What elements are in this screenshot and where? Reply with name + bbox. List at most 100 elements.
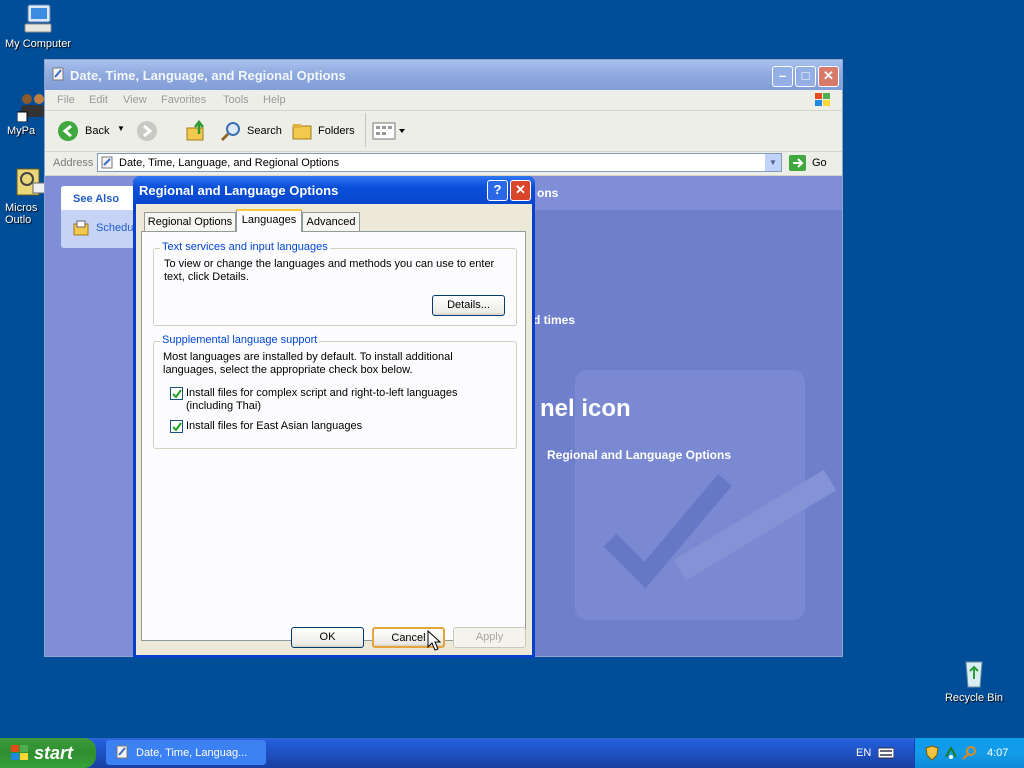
outlook-icon	[15, 167, 47, 199]
windows-flag-icon	[10, 744, 30, 767]
tab-languages[interactable]: Languages	[236, 209, 302, 232]
menu-favorites[interactable]: Favorites	[161, 94, 206, 106]
menu-bar: File Edit View Favorites Tools Help	[45, 90, 842, 111]
back-dropdown-icon: ▼	[117, 124, 125, 133]
dialog-title: Regional and Language Options	[139, 183, 339, 198]
menu-tools[interactable]: Tools	[223, 94, 249, 106]
menu-view[interactable]: View	[123, 94, 147, 106]
see-also-header[interactable]: See Also	[61, 186, 141, 210]
folders-label: Folders	[318, 125, 355, 137]
back-button[interactable]: Back ▼	[55, 119, 127, 143]
go-arrow-icon	[789, 155, 807, 175]
clock: 4:07	[987, 747, 1009, 759]
apply-button[interactable]: Apply	[453, 627, 526, 648]
menu-file[interactable]: File	[57, 94, 75, 106]
search-tray-icon[interactable]	[962, 745, 978, 764]
see-also-title: See Also	[73, 193, 120, 205]
address-bar: Address Date, Time, Language, and Region…	[45, 152, 842, 176]
explorer-title: Date, Time, Language, and Regional Optio…	[70, 68, 346, 83]
mouse-cursor-icon	[427, 629, 442, 655]
language-indicator[interactable]: EN	[856, 747, 871, 759]
minimize-icon: –	[778, 68, 787, 83]
forward-arrow-icon[interactable]	[136, 120, 158, 145]
system-tray: 4:07	[914, 738, 1024, 768]
views-icon[interactable]	[372, 121, 406, 144]
address-input[interactable]: Date, Time, Language, and Regional Optio…	[97, 153, 782, 172]
east-asian-checkbox[interactable]	[170, 420, 183, 433]
search-label: Search	[247, 125, 282, 137]
computer-icon	[22, 3, 54, 35]
menu-help[interactable]: Help	[263, 94, 286, 106]
tab-advanced[interactable]: Advanced	[302, 212, 360, 231]
toolbar: Back ▼ Search Folders	[45, 111, 842, 152]
regional-language-options-link[interactable]: Regional and Language Options	[547, 448, 731, 462]
control-panel-page-icon	[115, 745, 129, 762]
control-panel-page-icon	[101, 156, 114, 172]
help-button[interactable]: ?	[487, 180, 508, 201]
address-label: Address	[53, 157, 94, 169]
supplemental-language-title: Supplemental language support	[160, 334, 320, 346]
go-button[interactable]: Go	[788, 153, 838, 173]
ok-button[interactable]: OK	[291, 627, 364, 648]
text-services-title: Text services and input languages	[160, 241, 330, 253]
complex-script-checkbox[interactable]	[170, 387, 183, 400]
see-also-panel: See Also Schedu	[61, 186, 141, 248]
text-services-group: Text services and input languages To vie…	[153, 241, 517, 326]
complex-script-label[interactable]: Install files for complex script and rig…	[186, 387, 506, 413]
search-button[interactable]: Search	[220, 119, 284, 143]
languages-panel: Text services and input languages To vie…	[141, 231, 526, 641]
taskbar-explorer-label: Date, Time, Languag...	[136, 747, 248, 759]
menu-edit[interactable]: Edit	[89, 94, 108, 106]
up-folder-icon[interactable]	[185, 119, 207, 145]
folder-page-icon	[51, 67, 65, 81]
outlook-label: Micros Outlo	[5, 202, 38, 226]
security-shield-icon[interactable]	[925, 745, 939, 764]
dialog-body: Regional Options Languages Advanced Text…	[136, 204, 532, 655]
start-label: start	[34, 743, 74, 763]
recycle-bin-glyph-icon	[958, 657, 990, 689]
folders-button[interactable]: Folders	[291, 119, 357, 143]
back-arrow-icon	[57, 120, 79, 145]
dialog-close-button[interactable]: ✕	[510, 180, 531, 201]
address-dropdown-icon[interactable]: ▼	[765, 154, 781, 171]
network-icon[interactable]	[943, 745, 959, 764]
go-label: Go	[812, 157, 827, 169]
east-asian-label[interactable]: Install files for East Asian languages	[186, 420, 506, 433]
supplemental-language-description: Most languages are installed by default.…	[163, 351, 453, 376]
scheduled-tasks-link[interactable]: Schedu	[96, 222, 133, 234]
close-icon: ✕	[515, 182, 526, 197]
toolbar-divider	[365, 113, 366, 147]
keyboard-icon[interactable]	[877, 747, 895, 762]
my-computer-icon[interactable]: My Computer	[0, 3, 78, 50]
details-button[interactable]: Details...	[432, 295, 505, 316]
search-icon	[220, 120, 242, 145]
regional-language-dialog: Regional and Language Options ? ✕ Region…	[133, 176, 535, 658]
checkmark-icon	[172, 422, 182, 432]
minimize-button[interactable]: –	[772, 66, 793, 87]
folders-icon	[291, 120, 313, 145]
task-link-fragment[interactable]: d times	[533, 313, 575, 327]
panel-icon-heading-fragment: nel icon	[540, 395, 631, 422]
windows-logo-icon	[811, 90, 835, 110]
maximize-button[interactable]: □	[795, 66, 816, 87]
scheduled-tasks-icon	[73, 220, 89, 239]
tab-regional-options[interactable]: Regional Options	[144, 212, 236, 231]
start-button[interactable]: start	[0, 738, 96, 768]
recycle-bin-label: Recycle Bin	[944, 692, 1004, 704]
checkmark-icon	[172, 389, 182, 399]
taskbar: start Date, Time, Languag... EN 4:07	[0, 738, 1024, 768]
recycle-bin-icon[interactable]: Recycle Bin	[934, 657, 1014, 704]
my-computer-label: My Computer	[4, 38, 72, 50]
supplemental-language-group: Supplemental language support Most langu…	[153, 334, 517, 449]
taskbar-explorer-button[interactable]: Date, Time, Languag...	[106, 740, 266, 765]
address-value: Date, Time, Language, and Regional Optio…	[119, 157, 340, 169]
maximize-icon: □	[801, 68, 810, 83]
back-label: Back	[85, 125, 110, 137]
close-button[interactable]: ✕	[818, 66, 839, 87]
dialog-title-bar[interactable]: Regional and Language Options ? ✕	[133, 176, 535, 204]
help-icon: ?	[493, 182, 502, 197]
explorer-title-bar[interactable]: Date, Time, Language, and Regional Optio…	[45, 60, 842, 90]
text-services-description: To view or change the languages and meth…	[164, 258, 495, 283]
close-icon: ✕	[823, 68, 834, 83]
content-heading-fragment: ons	[537, 186, 559, 200]
